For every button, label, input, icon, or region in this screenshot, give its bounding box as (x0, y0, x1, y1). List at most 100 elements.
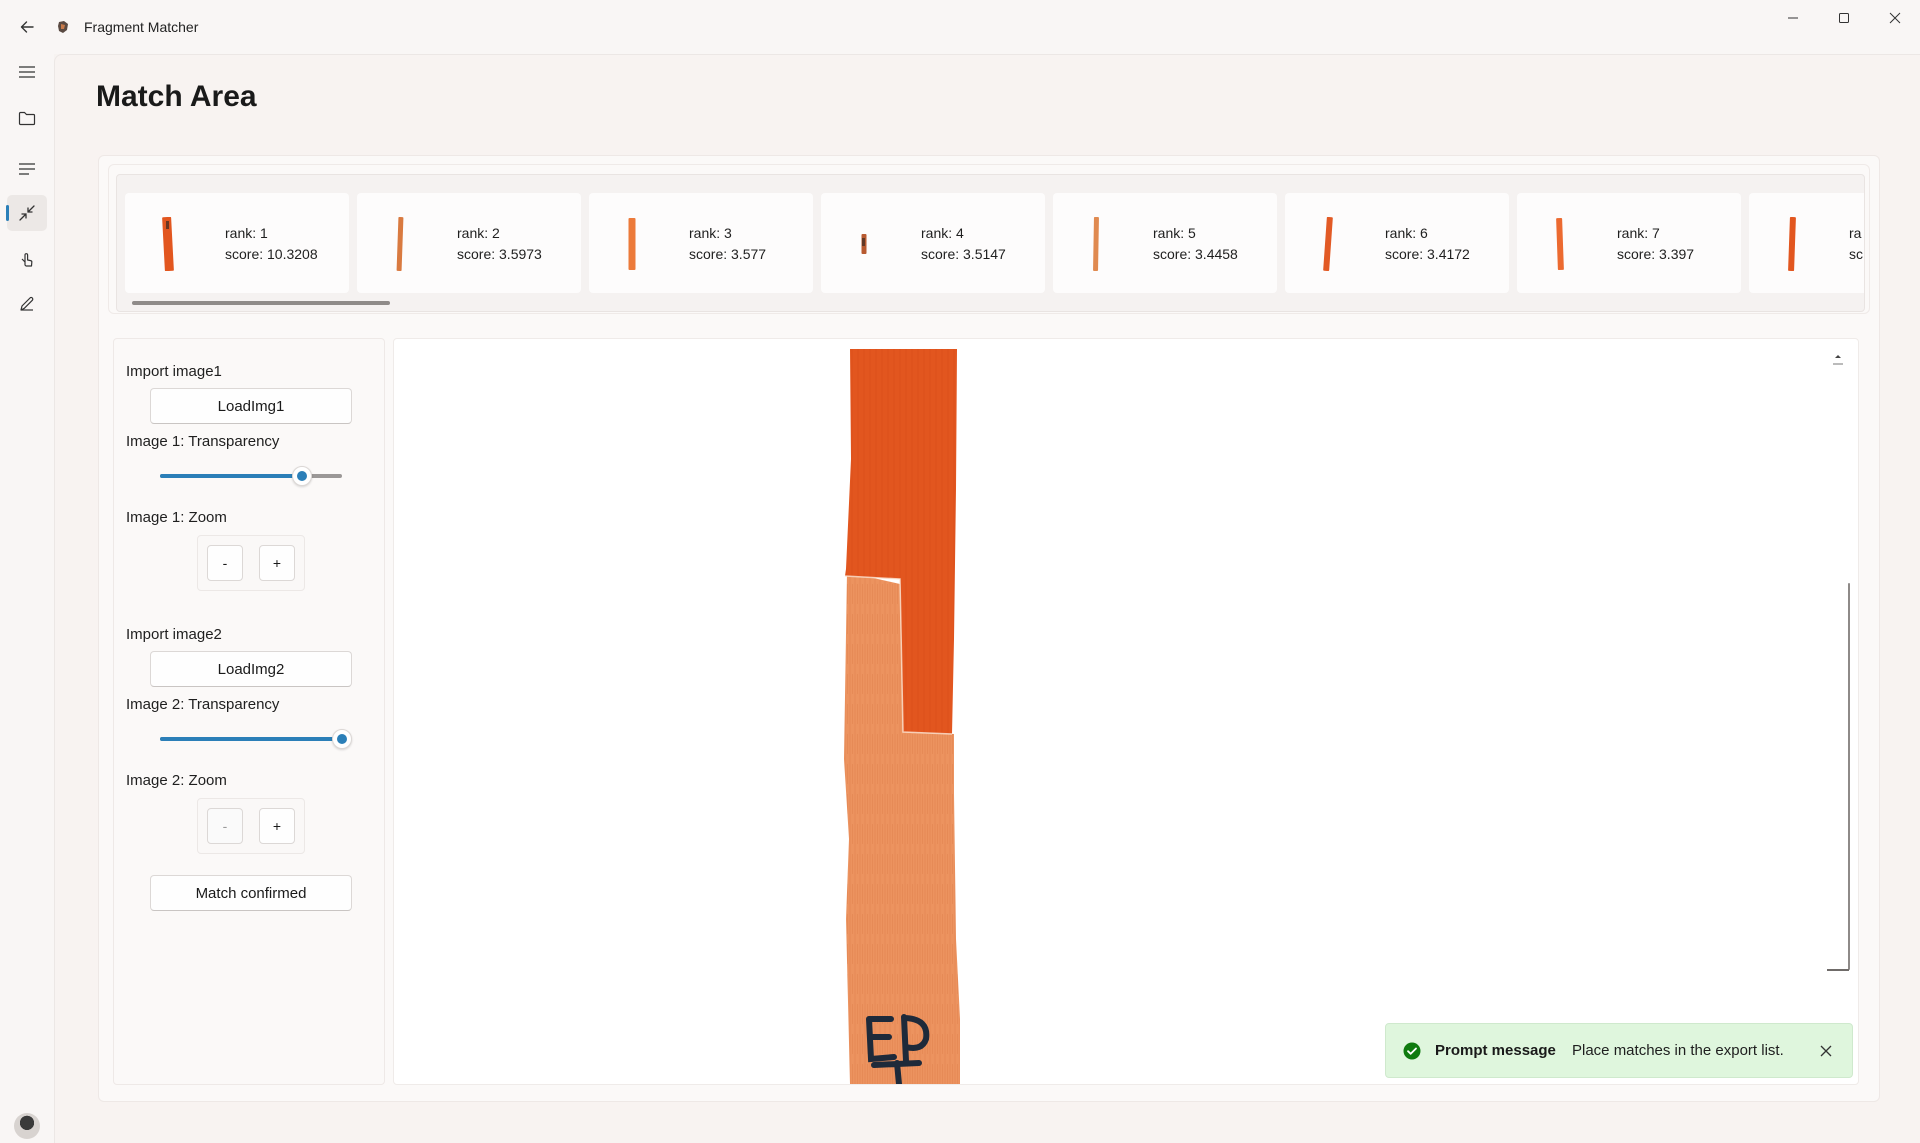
fragment-thumbnail (625, 217, 639, 271)
image1-transparency-slider[interactable] (160, 466, 342, 486)
candidate-score: score: 3.577 (689, 246, 767, 262)
fragment-thumbnail (1785, 216, 1799, 272)
image2-transparency-label: Image 2: Transparency (126, 696, 280, 713)
back-button[interactable] (0, 0, 54, 54)
folder-icon (18, 111, 36, 126)
nav-menu-toggle[interactable] (7, 54, 47, 90)
candidate-card[interactable]: rank: 3 score: 3.577 (589, 193, 813, 293)
image2-zoom-label: Image 2: Zoom (126, 772, 227, 789)
title-bar: Fragment Matcher (0, 0, 1920, 54)
success-check-icon (1403, 1042, 1421, 1060)
import-image2-label: Import image2 (126, 626, 222, 643)
candidate-rank: rank: 4 (921, 225, 964, 241)
page-title: Match Area (96, 80, 257, 113)
candidate-score: score: 10.3208 (225, 246, 318, 262)
fragment-thumbnail (1553, 217, 1567, 271)
candidate-score: score: 3.4458 (1153, 246, 1238, 262)
candidate-card[interactable]: rank: 7 score: 3.397 (1517, 193, 1741, 293)
candidate-rank: rank: 2 (457, 225, 500, 241)
nav-item-annotate[interactable] (7, 286, 47, 322)
candidate-card[interactable]: rank: 1 score: 10.3208 (125, 193, 349, 293)
close-icon (1820, 1045, 1832, 1057)
maximize-button[interactable] (1818, 0, 1869, 36)
image1-transparency-label: Image 1: Transparency (126, 433, 280, 450)
nav-item-files[interactable] (7, 100, 47, 136)
caret-up-icon (1833, 355, 1843, 365)
candidate-card[interactable]: rank: 5 score: 3.4458 (1053, 193, 1277, 293)
toast-title: Prompt message (1435, 1042, 1556, 1059)
pen-icon (20, 296, 34, 311)
candidate-rank: rank: 5 (1153, 225, 1196, 241)
candidate-info: rank: 1 score: 10.3208 (225, 223, 318, 265)
pointer-hand-icon (21, 253, 33, 267)
image1-zoom-group: - + (197, 535, 305, 591)
window-controls (1767, 0, 1920, 36)
horizontal-scrollbar[interactable] (132, 301, 390, 305)
image2-zoom-group: - + (197, 798, 305, 854)
avatar[interactable] (14, 1113, 40, 1139)
candidate-strip[interactable]: rank: 1 score: 10.3208 rank: 2 score: 3.597… (116, 174, 1865, 312)
scrollbar-end (1827, 969, 1849, 971)
toast-message: Place matches in the export list. (1572, 1042, 1784, 1059)
nav-item-select[interactable] (7, 241, 47, 277)
minimize-icon (1787, 17, 1798, 19)
vertical-scrollbar[interactable] (1848, 583, 1850, 970)
image2-transparency-slider[interactable] (160, 729, 352, 749)
back-arrow-icon (20, 21, 34, 33)
list-lines-icon (19, 163, 35, 175)
fragment-thumbnail (1089, 216, 1103, 272)
candidate-rank: ra (1849, 225, 1862, 241)
candidate-rank: rank: 7 (1617, 225, 1660, 241)
hamburger-menu-icon (19, 66, 35, 78)
candidate-rank: rank: 1 (225, 225, 268, 241)
candidate-info: rank: 2 score: 3.5973 (457, 223, 542, 265)
minimize-button[interactable] (1767, 0, 1818, 36)
candidate-score: sc (1849, 246, 1863, 262)
image2-zoom-in-button[interactable]: + (259, 808, 295, 844)
app-title: Fragment Matcher (84, 19, 199, 35)
candidate-card[interactable]: rank: 6 score: 3.4172 (1285, 193, 1509, 293)
candidate-info: rank: 4 score: 3.5147 (921, 223, 1006, 265)
scroll-up-button[interactable] (1830, 350, 1846, 370)
image1-zoom-in-button[interactable]: + (259, 545, 295, 581)
navigation-rail (0, 54, 54, 1143)
candidate-score: score: 3.5973 (457, 246, 542, 262)
candidate-score: score: 3.4172 (1385, 246, 1470, 262)
candidate-rank: rank: 3 (689, 225, 732, 241)
arrows-in-icon (19, 205, 35, 221)
candidate-info: ra sc (1849, 223, 1863, 265)
match-confirmed-button[interactable]: Match confirmed (150, 875, 352, 911)
fragment-thumbnail (857, 217, 871, 271)
candidate-rank: rank: 6 (1385, 225, 1428, 241)
fragment-thumbnail (161, 216, 175, 272)
image1-zoom-out-button[interactable]: - (207, 545, 243, 581)
candidate-card[interactable]: rank: 2 score: 3.5973 (357, 193, 581, 293)
candidate-card[interactable]: ra sc (1749, 193, 1864, 293)
match-canvas[interactable] (393, 338, 1859, 1085)
app-logo-icon (54, 18, 72, 36)
candidate-info: rank: 6 score: 3.4172 (1385, 223, 1470, 265)
slider-thumb[interactable] (291, 466, 312, 486)
candidate-info: rank: 7 score: 3.397 (1617, 223, 1694, 265)
slider-thumb[interactable] (332, 729, 352, 749)
image2-zoom-out-button[interactable]: - (207, 808, 243, 844)
toast-close-button[interactable] (1816, 1041, 1836, 1061)
fragment-thumbnail (393, 216, 407, 272)
candidate-score: score: 3.5147 (921, 246, 1006, 262)
candidate-card[interactable]: rank: 4 score: 3.5147 (821, 193, 1045, 293)
nav-item-list[interactable] (7, 151, 47, 187)
candidate-info: rank: 3 score: 3.577 (689, 223, 766, 265)
load-image1-button[interactable]: LoadImg1 (150, 388, 352, 424)
candidate-score: score: 3.397 (1617, 246, 1695, 262)
image1-zoom-label: Image 1: Zoom (126, 509, 227, 526)
import-image1-label: Import image1 (126, 363, 222, 380)
load-image2-button[interactable]: LoadImg2 (150, 651, 352, 687)
close-icon (1889, 12, 1900, 24)
prompt-toast: Prompt message Place matches in the expo… (1385, 1023, 1853, 1078)
close-window-button[interactable] (1869, 0, 1920, 36)
candidate-info: rank: 5 score: 3.4458 (1153, 223, 1238, 265)
fragment-thumbnail (1321, 216, 1335, 272)
nav-item-match[interactable] (6, 195, 47, 231)
fragment-overlay (844, 349, 960, 1084)
maximize-icon (1838, 13, 1849, 23)
